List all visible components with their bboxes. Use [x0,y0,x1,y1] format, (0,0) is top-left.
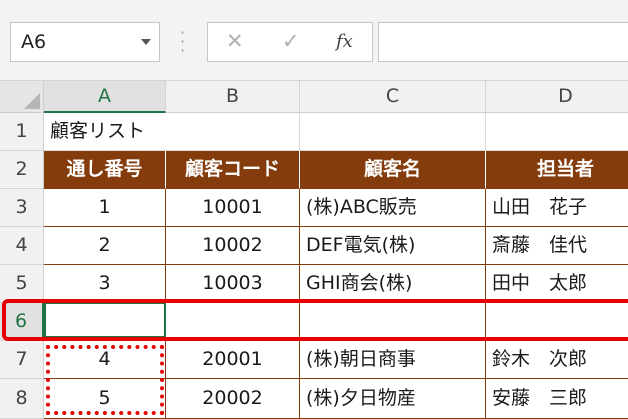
row-header-1[interactable]: 1 [0,113,44,151]
formula-input[interactable] [378,22,628,62]
name-box-value: A6 [21,31,47,53]
title-cell[interactable]: 顧客リスト [44,113,166,151]
table-cell[interactable]: 斎藤 佳代 [486,227,628,265]
enter-icon[interactable]: ✓ [282,29,300,53]
row-header-7[interactable]: 7 [0,341,44,379]
header-cell-name[interactable]: 顧客名 [300,151,486,189]
column-header-c[interactable]: C [300,81,486,113]
column-header-b[interactable]: B [166,81,300,113]
row-header-3[interactable]: 3 [0,189,44,227]
header-cell-serial[interactable]: 通し番号 [44,151,166,189]
column-header-a[interactable]: A [44,81,166,113]
table-cell[interactable]: (株)ABC販売 [300,189,486,227]
table-cell[interactable]: 10001 [166,189,300,227]
header-cell-rep[interactable]: 担当者 [486,151,628,189]
cell-c1[interactable] [300,113,486,151]
table-cell[interactable]: 1 [44,189,166,227]
row-header-5[interactable]: 5 [0,265,44,303]
table-cell[interactable]: 20001 [166,341,300,379]
table-cell[interactable]: 安藤 三郎 [486,379,628,419]
formula-buttons: ✕ ✓ fx [207,22,373,62]
table-cell[interactable]: 3 [44,265,166,303]
cell-b1[interactable] [166,113,300,151]
chevron-down-icon[interactable] [141,39,151,45]
table-cell[interactable]: DEF電気(株) [300,227,486,265]
table-cell[interactable]: 10002 [166,227,300,265]
name-box[interactable]: A6 [10,22,160,62]
cancel-icon[interactable]: ✕ [226,29,244,53]
table-cell[interactable]: GHI商会(株) [300,265,486,303]
column-header-d[interactable]: D [486,81,628,113]
row-header-8[interactable]: 8 [0,379,44,419]
header-cell-code[interactable]: 顧客コード [166,151,300,189]
select-all-button[interactable] [0,81,44,113]
cell-d1[interactable] [486,113,628,151]
row-highlight-box [2,299,628,341]
drag-handle-icon[interactable]: · · · [180,25,185,59]
table-cell[interactable]: 山田 花子 [486,189,628,227]
formula-bar: A6 · · · ✕ ✓ fx [0,0,628,81]
table-cell[interactable]: (株)朝日商事 [300,341,486,379]
copy-marquee [46,345,164,415]
table-cell[interactable]: 10003 [166,265,300,303]
row-header-2[interactable]: 2 [0,151,44,189]
table-cell[interactable]: (株)夕日物産 [300,379,486,419]
table-cell[interactable]: 20002 [166,379,300,419]
row-header-4[interactable]: 4 [0,227,44,265]
table-cell[interactable]: 2 [44,227,166,265]
insert-function-icon[interactable]: fx [336,31,353,52]
select-all-icon [24,93,40,109]
table-cell[interactable]: 鈴木 次郎 [486,341,628,379]
table-cell[interactable]: 田中 太郎 [486,265,628,303]
